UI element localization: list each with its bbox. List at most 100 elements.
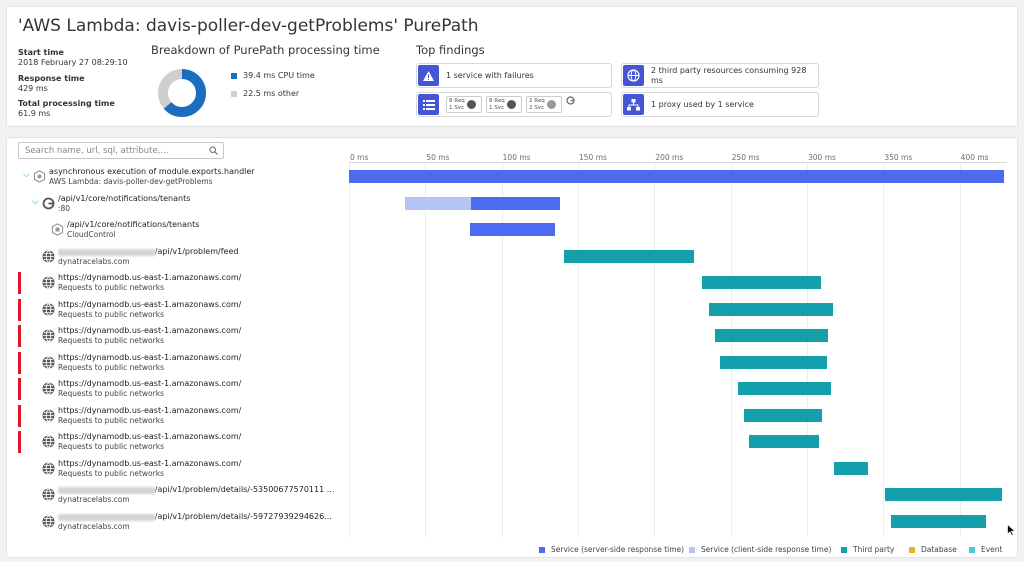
waterfall-row[interactable]: https://dynamodb.us-east-1.amazonaws.com… xyxy=(7,297,1017,323)
row-subtitle: Requests to public networks xyxy=(58,389,164,398)
requests-chip[interactable]: 2 Req 2 Svc xyxy=(526,96,562,113)
legend-swatch xyxy=(841,546,847,553)
waterfall-row[interactable]: https://dynamodb.us-east-1.amazonaws.com… xyxy=(7,429,1017,455)
row-subtitle: Requests to public networks xyxy=(58,442,164,451)
row-title-text: /api/v1/problem/details/-53500677570111 … xyxy=(154,485,335,494)
waterfall-row[interactable]: https://davis.dev.dynatrace.com/api/v1/p… xyxy=(7,509,1017,535)
axis-tick-label: 300 ms xyxy=(808,153,836,162)
timing-bar-third-party[interactable] xyxy=(709,302,833,316)
cpu-time-label: 39.4 ms CPU time xyxy=(243,71,315,80)
failure-marker xyxy=(18,431,21,453)
other-swatch xyxy=(231,90,237,97)
timing-bar-third-party[interactable] xyxy=(834,461,869,475)
finding-service-failures[interactable]: 1 service with failures xyxy=(416,63,612,88)
timing-bar-third-party[interactable] xyxy=(719,355,827,369)
globe-icon xyxy=(623,65,644,86)
finding-third-party[interactable]: 2 third party resources consuming 928 ms xyxy=(621,63,819,88)
row-title: https://dynamodb.us-east-1.amazonaws.com… xyxy=(58,379,241,388)
warning-icon xyxy=(418,65,439,86)
timing-bar-client[interactable] xyxy=(405,196,472,210)
axis-tick-label: 400 ms xyxy=(960,153,989,162)
breakdown-legend-other: 22.5 ms other xyxy=(231,89,299,98)
chip-services: 1 Svc xyxy=(489,104,505,111)
row-subtitle: Requests to public networks xyxy=(58,468,164,478)
search-placeholder: Search name, url, sql, attribute,... xyxy=(25,146,169,156)
row-title: asynchronous execution of module.exports… xyxy=(49,167,255,176)
waterfall-row[interactable]: https://dynamodb.us-east-1.amazonaws.com… xyxy=(7,350,1017,376)
processing-time-donut xyxy=(158,69,206,117)
waterfall-row[interactable]: https://davis.dev.dynatrace.com/api/v1/p… xyxy=(7,244,1017,270)
expand-caret-icon[interactable]: ⌵ xyxy=(23,170,30,180)
waterfall-row[interactable]: ⌵ /api/v1/core/notifications/tenants:80 xyxy=(7,191,1017,217)
page-title: 'AWS Lambda: davis-poller-dev-getProblem… xyxy=(18,16,479,36)
search-input[interactable]: Search name, url, sql, attribute,... xyxy=(18,142,224,159)
row-title-text: https://dynamodb.us-east-1.amazonaws.com… xyxy=(58,379,242,388)
timing-bar-server[interactable] xyxy=(469,223,556,236)
chip-requests: 2 Req xyxy=(529,97,545,104)
breakdown-legend-cpu: 39.4 ms CPU time xyxy=(231,71,315,80)
row-title-text: /api/v1/core/notifications/tenants xyxy=(67,220,200,229)
waterfall-row[interactable]: https://dynamodb.us-east-1.amazonaws.com… xyxy=(7,376,1017,402)
row-subtitle: AWS Lambda: davis-poller-dev-getProblems xyxy=(49,177,213,186)
waterfall-card: Search name, url, sql, attribute,... 0 m… xyxy=(6,137,1018,558)
legend-swatch xyxy=(909,546,915,553)
row-subtitle: Requests to public networks xyxy=(58,362,164,372)
chip-services: 2 Svc xyxy=(529,104,545,111)
legend-swatch xyxy=(969,546,975,553)
proxy-icon xyxy=(623,94,644,115)
timing-bar-third-party[interactable] xyxy=(890,514,986,528)
total-processing-time-label: Total processing time xyxy=(18,99,115,108)
timing-bar-server[interactable] xyxy=(349,170,1004,183)
timing-bar-third-party[interactable] xyxy=(748,435,820,448)
waterfall-row[interactable]: ⌵ asynchronous execution of module.export… xyxy=(7,164,1017,190)
start-time: Start time 2018 February 27 08:29:10 xyxy=(18,48,128,68)
legend-item: Event xyxy=(969,545,1003,554)
timing-bar-third-party[interactable] xyxy=(715,329,829,342)
finding-requests-chips[interactable]: 8 Req 1 Svc 8 Req 1 Svc 2 Req 2 Svc xyxy=(416,92,612,117)
timing-bar-third-party[interactable] xyxy=(744,408,823,422)
waterfall-row[interactable]: /api/v1/core/notifications/tenants CloudC… xyxy=(7,217,1017,243)
response-time: Response time 429 ms xyxy=(18,74,85,94)
axis-tick-label: 250 ms xyxy=(731,153,760,162)
timing-bar-third-party[interactable] xyxy=(701,276,821,289)
waterfall-row[interactable]: https://davis.dev.dynatrace.com/api/v1/p… xyxy=(7,482,1017,508)
purepath-summary-card: 'AWS Lambda: davis-poller-dev-getProblem… xyxy=(6,6,1018,127)
axis-tick-label: 0 ms xyxy=(350,153,369,162)
legend-label: Third party xyxy=(853,545,895,554)
row-title-text: asynchronous execution of module.exports… xyxy=(49,167,255,176)
expand-caret-icon[interactable]: ⌵ xyxy=(32,197,39,207)
waterfall-row[interactable]: https://dynamodb.us-east-1.amazonaws.com… xyxy=(7,403,1017,429)
proxy-g-icon xyxy=(566,95,575,105)
row-title-text: /api/v1/problem/details/-59727939294626.… xyxy=(154,511,332,521)
row-subtitle: :80 xyxy=(58,203,71,213)
row-title: https://davis.dev.dynatrace.com/api/v1/p… xyxy=(58,485,334,494)
waterfall-row[interactable]: https://dynamodb.us-east-1.amazonaws.com… xyxy=(7,323,1017,349)
failure-marker xyxy=(18,378,21,400)
waterfall-row[interactable]: https://dynamodb.us-east-1.amazonaws.com… xyxy=(7,270,1017,296)
chip-requests: 8 Req xyxy=(489,97,505,104)
legend-item: Service (client-side response time) xyxy=(689,545,831,554)
search-icon xyxy=(209,146,218,155)
axis-tick-label: 100 ms xyxy=(502,153,531,162)
failure-marker xyxy=(18,298,21,321)
mouse-cursor-icon xyxy=(1007,524,1016,536)
timing-bar-third-party[interactable] xyxy=(884,488,1003,501)
row-title: https://davis.dev.dynatrace.com/api/v1/p… xyxy=(58,247,238,256)
timing-bar-server[interactable] xyxy=(471,196,560,210)
finding-proxy-text: 1 proxy used by 1 service xyxy=(651,99,754,109)
row-subtitle: dynatracelabs.com xyxy=(58,256,130,266)
requests-chip[interactable]: 8 Req 1 Svc xyxy=(446,96,482,113)
requests-chip[interactable]: 8 Req 1 Svc xyxy=(486,96,522,113)
axis-tick-label: 50 ms xyxy=(426,153,450,162)
legend-label: Service (client-side response time) xyxy=(701,545,832,554)
row-subtitle: Requests to public networks xyxy=(58,336,164,345)
row-title: https://dynamodb.us-east-1.amazonaws.com… xyxy=(58,326,241,335)
row-title: https://dynamodb.us-east-1.amazonaws.com… xyxy=(58,406,241,415)
waterfall-row[interactable]: https://dynamodb.us-east-1.amazonaws.com… xyxy=(7,456,1017,482)
timing-bar-third-party[interactable] xyxy=(564,249,695,263)
failure-marker xyxy=(18,325,21,347)
finding-proxy[interactable]: 1 proxy used by 1 service xyxy=(621,92,819,117)
row-title-text: https://dynamodb.us-east-1.amazonaws.com… xyxy=(58,432,242,441)
row-title-text: /api/v1/core/notifications/tenants xyxy=(58,193,191,203)
timing-bar-third-party[interactable] xyxy=(738,382,832,395)
